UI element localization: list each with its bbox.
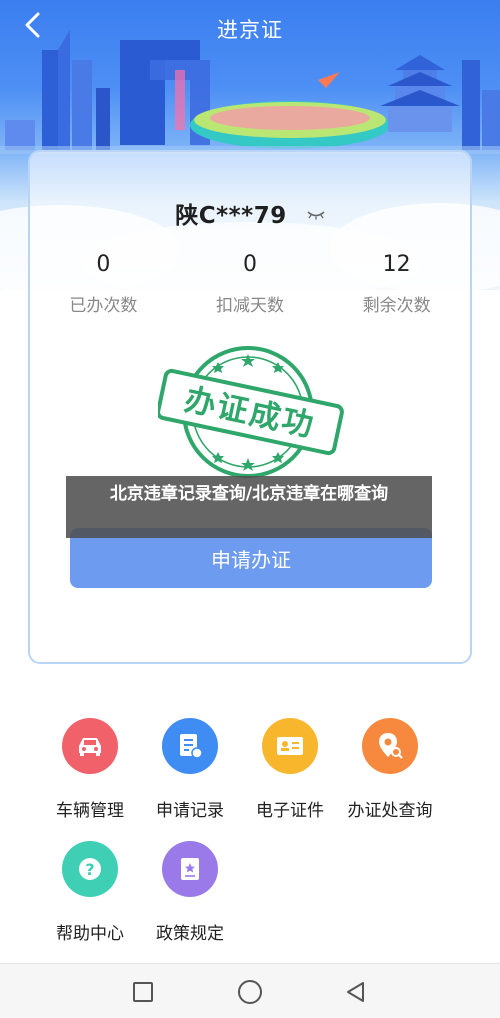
stat-label: 扣减天数 [216, 296, 284, 316]
stat-label: 已办次数 [69, 296, 138, 316]
feature-vehicle-management[interactable]: 车辆管理 [40, 718, 140, 821]
system-nav-bar [0, 963, 500, 1018]
permit-card: 陕C***79 0 已办次数 0 扣减天数 12 剩余次数 办证成功 申请办证 [28, 150, 472, 664]
stat-label: 剩余次数 [362, 296, 431, 316]
policy-book-icon [162, 841, 218, 897]
help-icon: ? [62, 841, 118, 897]
overlay-caption: 北京违章记录查询/北京违章在哪查询 [66, 476, 432, 538]
feature-label: 车辆管理 [56, 801, 124, 821]
plate-row: 陕C***79 [30, 196, 470, 230]
plate-number: 陕C***79 [175, 203, 287, 229]
square-icon [133, 982, 153, 1002]
feature-office-lookup[interactable]: 办证处查询 [340, 718, 440, 821]
location-search-icon [362, 718, 418, 774]
recents-button[interactable] [129, 978, 157, 1006]
system-back-button[interactable] [342, 978, 370, 1006]
triangle-back-icon [347, 982, 364, 1002]
feature-application-records[interactable]: 申请记录 [140, 718, 240, 821]
feature-grid: 车辆管理 申请记录 电子证件 办证处查询 ? 帮助中心 政策规定 [40, 718, 460, 944]
eye-closed-icon[interactable] [307, 205, 325, 224]
feature-e-certificate[interactable]: 电子证件 [240, 718, 340, 821]
home-button[interactable] [236, 978, 264, 1006]
feature-label: 政策规定 [156, 924, 224, 944]
feature-help-center[interactable]: ? 帮助中心 [40, 841, 140, 944]
car-icon [62, 718, 118, 774]
stat-value: 0 [96, 252, 111, 277]
stat-value: 12 [382, 252, 411, 277]
stat-processed: 0 已办次数 [30, 252, 177, 316]
stat-deducted-days: 0 扣减天数 [177, 252, 324, 316]
circle-icon [238, 980, 262, 1004]
page-title: 进京证 [217, 18, 283, 42]
feature-label: 帮助中心 [56, 924, 124, 944]
svg-text:?: ? [85, 860, 94, 879]
stat-value: 0 [243, 252, 257, 277]
record-icon [162, 718, 218, 774]
feature-policy[interactable]: 政策规定 [140, 841, 240, 944]
feature-label: 办证处查询 [347, 801, 433, 821]
success-stamp: 办证成功 [158, 346, 344, 478]
stats-row: 0 已办次数 0 扣减天数 12 剩余次数 [30, 252, 470, 316]
stat-remaining: 12 剩余次数 [323, 252, 470, 316]
id-card-icon [262, 718, 318, 774]
feature-label: 申请记录 [156, 801, 224, 821]
feature-label: 电子证件 [256, 801, 324, 821]
